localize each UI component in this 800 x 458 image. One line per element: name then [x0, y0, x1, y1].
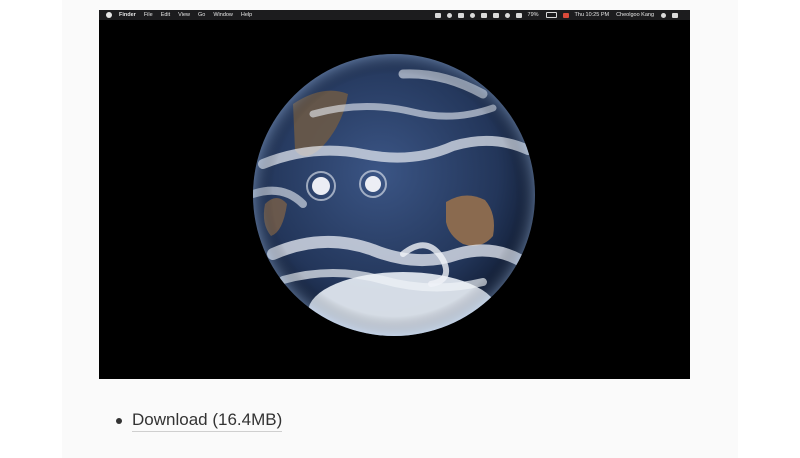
- atmosphere-rim: [253, 54, 535, 336]
- time-machine-icon[interactable]: [469, 12, 475, 18]
- apple-icon[interactable]: [106, 12, 112, 18]
- clipboard-icon[interactable]: [457, 12, 464, 18]
- page: Finder File Edit View Go Window Help 79%: [0, 0, 800, 458]
- menubar-left: Finder File Edit View Go Window Help: [99, 10, 260, 20]
- menu-window[interactable]: Window: [213, 10, 233, 20]
- download-link[interactable]: Download (16.4MB): [132, 410, 283, 432]
- menubar-right: 79% Thu 10:25 PM Cheolgoo Kang: [434, 10, 690, 20]
- list-item: Download (16.4MB): [116, 410, 283, 432]
- wifi-icon[interactable]: [504, 12, 510, 18]
- mac-menubar: Finder File Edit View Go Window Help 79%: [99, 10, 690, 20]
- menubar-clock[interactable]: Thu 10:25 PM: [575, 10, 610, 20]
- desktop-screenshot: Finder File Edit View Go Window Help 79%: [99, 10, 690, 379]
- menu-help[interactable]: Help: [241, 10, 252, 20]
- volume-icon[interactable]: [515, 12, 522, 18]
- spotlight-icon[interactable]: [661, 12, 666, 18]
- menubar-user[interactable]: Cheolgoo Kang: [616, 10, 654, 20]
- cloud-icon[interactable]: [446, 12, 452, 18]
- bluetooth-icon[interactable]: [480, 12, 487, 18]
- menu-go[interactable]: Go: [198, 10, 205, 20]
- menu-finder[interactable]: Finder: [119, 10, 136, 20]
- earth-globe: [253, 54, 535, 336]
- earth-image: [253, 54, 535, 336]
- download-list: Download (16.4MB): [116, 410, 283, 432]
- bullet-icon: [116, 418, 122, 424]
- battery-icon[interactable]: [545, 12, 557, 18]
- record-icon[interactable]: [562, 12, 569, 18]
- airplay-icon[interactable]: [492, 12, 499, 18]
- notification-center-icon[interactable]: [672, 12, 678, 18]
- menu-edit[interactable]: Edit: [161, 10, 170, 20]
- battery-percent[interactable]: 79%: [528, 10, 539, 20]
- menu-view[interactable]: View: [178, 10, 190, 20]
- display-icon[interactable]: [434, 12, 441, 18]
- menu-file[interactable]: File: [144, 10, 153, 20]
